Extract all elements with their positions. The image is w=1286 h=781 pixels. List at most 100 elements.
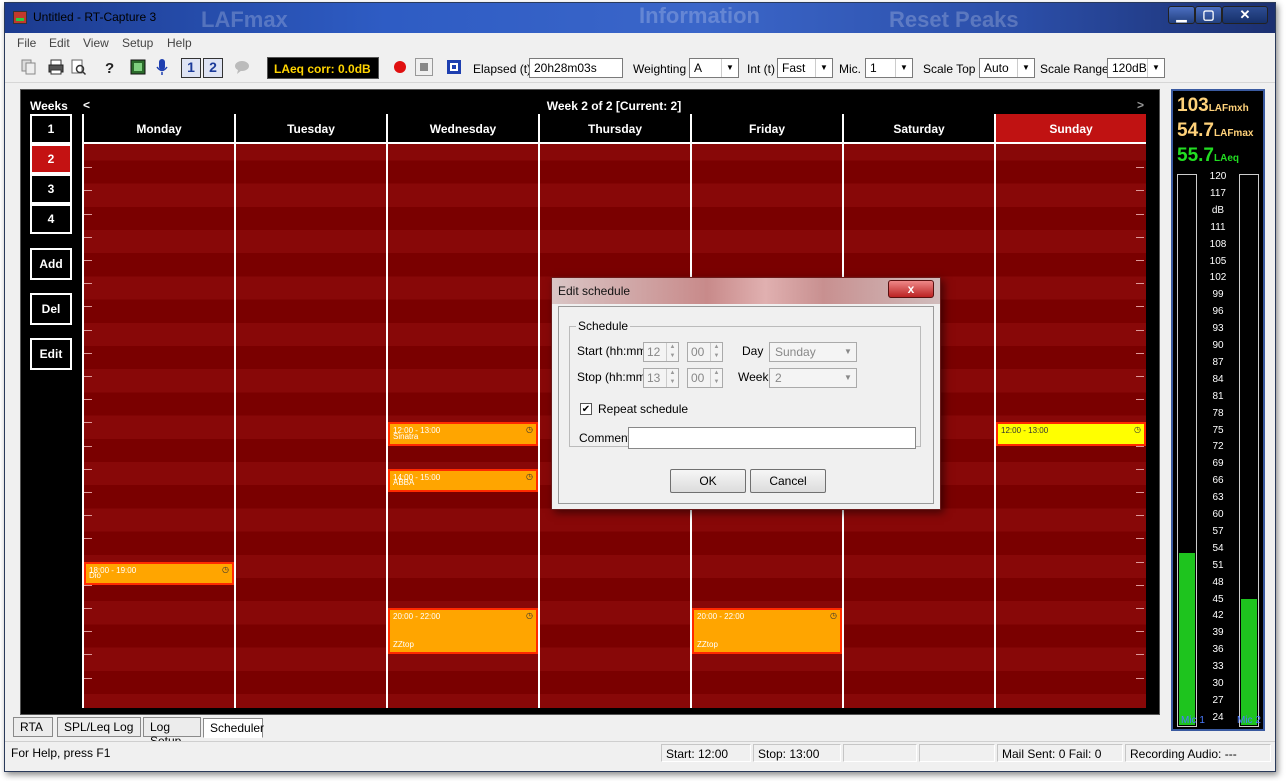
elapsed-field: 20h28m03s xyxy=(529,58,623,78)
repeat-clock-icon: ◷ xyxy=(1134,425,1141,435)
ghost-label-lafmax: LAFmax xyxy=(201,7,288,32)
menu-view[interactable]: View xyxy=(83,36,109,50)
laeq-correction-display[interactable]: LAeq corr: 0.0dB xyxy=(267,57,379,79)
start-minute-spinner[interactable]: 00 ▲ ▼ xyxy=(687,342,723,362)
scale-top-value: Auto xyxy=(984,61,1009,75)
hour-tick xyxy=(84,190,92,192)
schedule-event[interactable]: 18:00 - 19:00 Dio ◷ xyxy=(84,561,234,585)
record-icon[interactable] xyxy=(391,58,409,76)
tab-rta[interactable]: RTA xyxy=(13,717,53,737)
status-recording: Recording Audio: --- xyxy=(1125,744,1271,762)
schedule-event[interactable]: 14:00 - 15:00 ABBA ◷ xyxy=(388,468,538,492)
schedule-event[interactable]: 20:00 - 22:00 ZZtop ◷ xyxy=(388,608,538,655)
help-icon[interactable]: ? xyxy=(101,58,119,77)
repeat-schedule-checkbox[interactable]: ✔ xyxy=(580,403,592,415)
mic1-label: Mic 1 xyxy=(1181,715,1205,726)
int-select[interactable]: Fast ▼ xyxy=(777,58,833,78)
week-button-4[interactable]: 4 xyxy=(30,204,72,234)
edit-schedule-button[interactable]: Edit xyxy=(30,338,72,370)
dialog-close-button[interactable]: x xyxy=(888,280,934,298)
schedule-event[interactable]: 12:00 - 13:00 ◷ xyxy=(996,422,1146,446)
schedule-event[interactable]: 20:00 - 22:00 ZZtop ◷ xyxy=(692,608,842,655)
week-button-1[interactable]: 1 xyxy=(30,114,72,144)
scale-label: 45 xyxy=(1212,593,1224,605)
week-button-3[interactable]: 3 xyxy=(30,174,72,204)
week-button-2[interactable]: 2 xyxy=(30,144,72,174)
event-name: ZZtop xyxy=(393,640,414,650)
scale-label: 60 xyxy=(1212,509,1224,520)
weighting-select[interactable]: A ▼ xyxy=(689,58,739,78)
scale-label: 51 xyxy=(1212,559,1224,571)
hour-tick xyxy=(1136,399,1144,401)
repeat-clock-icon: ◷ xyxy=(526,611,533,620)
scale-label: 87 xyxy=(1212,356,1224,368)
monitor-icon[interactable] xyxy=(445,58,463,76)
tab-scheduler[interactable]: Scheduler xyxy=(203,718,264,738)
meter-scale: 120 117 dB 111 108 105 102 99 96 93 90 87 84 81 78 75 72… xyxy=(1173,91,1263,731)
tab-spl-leq-log[interactable]: SPL/Leq Log xyxy=(57,717,141,737)
print-preview-icon[interactable] xyxy=(69,58,87,76)
stop-hour-spinner[interactable]: 13 ▲ ▼ xyxy=(643,368,679,388)
day-header-thursday: Thursday xyxy=(538,114,690,144)
int-label: Int (t) xyxy=(747,62,776,76)
scale-top-select[interactable]: Auto ▼ xyxy=(979,58,1035,78)
ok-button[interactable]: OK xyxy=(670,469,746,493)
day-header-tuesday: Tuesday xyxy=(234,114,386,144)
hour-tick xyxy=(1136,213,1144,215)
menu-file[interactable]: File xyxy=(17,36,36,50)
comment-input[interactable] xyxy=(628,427,916,449)
comment-icon[interactable] xyxy=(233,58,251,76)
chevron-down-icon: ▼ xyxy=(1147,59,1164,77)
hour-tick xyxy=(84,538,92,540)
start-hour-spinner[interactable]: 12 ▲ ▼ xyxy=(643,342,679,362)
next-week-button[interactable]: > xyxy=(1137,98,1144,112)
event-time: 20:00 - 22:00 xyxy=(697,612,745,621)
scale-label: 42 xyxy=(1212,610,1224,622)
hour-tick xyxy=(84,236,92,238)
scale-label: 33 xyxy=(1212,661,1224,673)
close-button[interactable]: ✕ xyxy=(1222,6,1268,24)
delete-schedule-button[interactable]: Del xyxy=(30,293,72,325)
hour-tick xyxy=(84,492,92,493)
calibrate-icon[interactable] xyxy=(129,58,147,76)
app-icon xyxy=(13,11,27,24)
week-2-icon[interactable]: 2 xyxy=(203,58,223,78)
week-value: 2 xyxy=(775,371,782,385)
menu-setup[interactable]: Setup xyxy=(122,36,153,50)
minimize-button[interactable]: ▁ xyxy=(1168,6,1195,24)
hour-tick xyxy=(1136,677,1144,679)
scale-label: 36 xyxy=(1212,644,1224,656)
maximize-button[interactable]: ▢ xyxy=(1195,6,1222,24)
stop-minute-spinner[interactable]: 00 ▲ ▼ xyxy=(687,368,723,388)
scale-range-select[interactable]: 120dB ▼ xyxy=(1107,58,1165,78)
stop-icon[interactable] xyxy=(415,58,433,76)
add-schedule-button[interactable]: Add xyxy=(30,248,72,280)
menu-edit[interactable]: Edit xyxy=(49,36,70,50)
print-icon[interactable] xyxy=(47,58,65,76)
mic-select[interactable]: 1 ▼ xyxy=(865,58,913,78)
weeks-title: Weeks xyxy=(30,99,68,113)
day-select[interactable]: Sunday ▼ xyxy=(769,342,857,362)
event-name: Dio xyxy=(89,570,102,580)
weighting-label: Weighting xyxy=(633,62,687,76)
hour-tick xyxy=(84,376,92,377)
hour-tick xyxy=(84,631,92,633)
menu-help[interactable]: Help xyxy=(167,36,192,50)
status-mail: Mail Sent: 0 Fail: 0 xyxy=(997,744,1123,762)
scale-label: 90 xyxy=(1212,340,1224,351)
menu-bar: File Edit View Setup Help xyxy=(5,33,1275,53)
start-minute-value: 00 xyxy=(691,345,705,359)
microphone-icon[interactable] xyxy=(153,58,171,76)
scale-label: 105 xyxy=(1209,255,1227,267)
status-start: Start: 12:00 xyxy=(661,744,751,762)
cancel-button[interactable]: Cancel xyxy=(750,469,826,493)
hour-tick xyxy=(1136,468,1144,470)
schedule-event[interactable]: 12:00 - 13:00 Sinatra ◷ xyxy=(388,422,538,446)
tab-log-setup[interactable]: Log Setup xyxy=(143,717,201,748)
hour-tick xyxy=(84,399,92,401)
event-name: Sinatra xyxy=(393,431,419,441)
day-header-sunday: Sunday xyxy=(994,114,1146,144)
week-1-icon[interactable]: 1 xyxy=(181,58,201,78)
copy-icon[interactable] xyxy=(19,58,37,76)
week-select[interactable]: 2 ▼ xyxy=(769,368,857,388)
